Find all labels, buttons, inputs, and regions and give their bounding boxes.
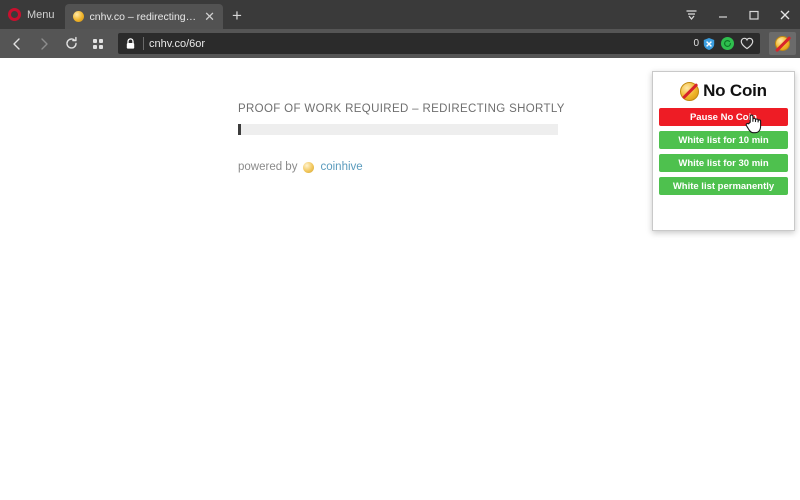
window-controls [676, 0, 800, 29]
address-separator [143, 37, 144, 50]
coinhive-link[interactable]: coinhive [320, 161, 362, 173]
tab-title: cnhv.co – redirecting… [89, 10, 197, 23]
lock-icon [122, 36, 138, 52]
new-tab-button[interactable]: + [223, 7, 251, 29]
speed-dial-icon[interactable] [85, 33, 111, 55]
popup-title: No Coin [703, 81, 767, 100]
blocked-count-label: 0 [693, 38, 699, 49]
menu-button-label: Menu [27, 8, 55, 21]
coinhive-coin-icon [303, 161, 315, 173]
navigation-toolbar: cnhv.co/6or 0 [0, 29, 800, 58]
back-arrow-icon[interactable] [4, 33, 30, 55]
popup-arrow [770, 58, 786, 59]
no-coin-logo-icon [680, 81, 700, 101]
browser-tab[interactable]: cnhv.co – redirecting… ✕ [64, 4, 224, 29]
browser-window: Menu cnhv.co – redirecting… ✕ + cnhv.co/… [0, 0, 800, 500]
proof-of-work-progress-bar [238, 124, 558, 135]
whitelist-permanent-button[interactable]: White list permanently [659, 177, 788, 195]
opera-logo-icon [8, 8, 21, 21]
progress-fill [238, 124, 242, 135]
popup-button-list: Pause No Coin White list for 10 min Whit… [653, 108, 794, 195]
whitelist-30min-button[interactable]: White list for 30 min [659, 154, 788, 172]
opera-menu-button[interactable]: Menu [0, 0, 65, 29]
coin-favicon-icon [72, 11, 84, 22]
whitelist-10min-button[interactable]: White list for 10 min [659, 131, 788, 149]
ad-blocker-shield-icon[interactable] [702, 37, 716, 51]
close-icon[interactable] [769, 0, 800, 29]
powered-by-label: powered by [238, 161, 298, 173]
pause-no-coin-button[interactable]: Pause No Coin [659, 108, 788, 126]
forward-arrow-icon[interactable] [31, 33, 57, 55]
heart-icon[interactable] [739, 36, 754, 51]
close-tab-icon[interactable]: ✕ [202, 10, 217, 23]
tab-strip: Menu cnhv.co – redirecting… ✕ + [0, 0, 800, 29]
minimize-icon[interactable] [707, 0, 738, 29]
page-viewport: PROOF OF WORK REQUIRED – REDIRECTING SHO… [0, 58, 800, 500]
no-coin-extension-icon [775, 36, 790, 51]
reload-icon[interactable] [58, 33, 84, 55]
no-coin-popup: No Coin Pause No Coin White list for 10 … [652, 71, 795, 231]
tab-menu-icon[interactable] [676, 0, 707, 29]
vpn-badge-icon[interactable] [721, 37, 734, 50]
maximize-icon[interactable] [738, 0, 769, 29]
url-text: cnhv.co/6or [149, 37, 206, 50]
address-bar-actions: 0 [693, 36, 756, 51]
no-coin-extension-button[interactable] [769, 32, 796, 55]
popup-header: No Coin [653, 72, 794, 108]
address-bar[interactable]: cnhv.co/6or 0 [118, 33, 760, 54]
